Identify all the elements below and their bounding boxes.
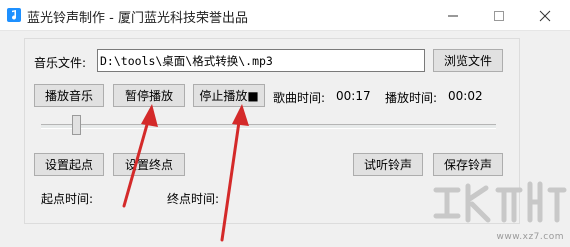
- set-end-point-button[interactable]: 设置终点: [113, 153, 185, 176]
- song-time-value: 00:17: [336, 89, 371, 103]
- watermark-url: www.xz7.com: [496, 232, 564, 242]
- preview-ringtone-button[interactable]: 试听铃声: [353, 153, 423, 176]
- music-file-path-input[interactable]: D:\tools\桌面\格式转换\.mp3: [97, 49, 425, 72]
- browse-file-button[interactable]: 浏览文件: [433, 49, 503, 72]
- end-time-label: 终点时间:: [167, 192, 220, 206]
- music-note-icon: [7, 8, 21, 22]
- close-icon: [539, 10, 551, 22]
- playback-slider-thumb[interactable]: [72, 115, 81, 135]
- play-time-value: 00:02: [448, 89, 483, 103]
- maximize-icon: [494, 11, 504, 21]
- watermark-logo: www.xz7.com: [428, 170, 570, 244]
- play-time-label: 播放时间:: [385, 91, 438, 105]
- start-time-label: 起点时间:: [41, 192, 94, 206]
- song-time-label: 歌曲时间:: [273, 91, 326, 105]
- playback-slider-track[interactable]: [41, 124, 496, 129]
- close-button[interactable]: [522, 0, 568, 30]
- window-title: 蓝光铃声制作 - 厦门蓝光科技荣誉出品: [27, 11, 248, 26]
- set-start-point-button[interactable]: 设置起点: [34, 153, 104, 176]
- minimize-icon: [448, 15, 458, 17]
- title-bar[interactable]: 蓝光铃声制作 - 厦门蓝光科技荣誉出品: [0, 0, 570, 31]
- minimize-button[interactable]: [430, 0, 476, 30]
- pause-playback-button[interactable]: 暂停播放: [113, 84, 185, 107]
- stop-playback-button[interactable]: 停止播放■: [193, 84, 265, 107]
- maximize-button[interactable]: [476, 0, 522, 30]
- music-file-label: 音乐文件:: [34, 56, 87, 70]
- play-music-button[interactable]: 播放音乐: [34, 84, 104, 107]
